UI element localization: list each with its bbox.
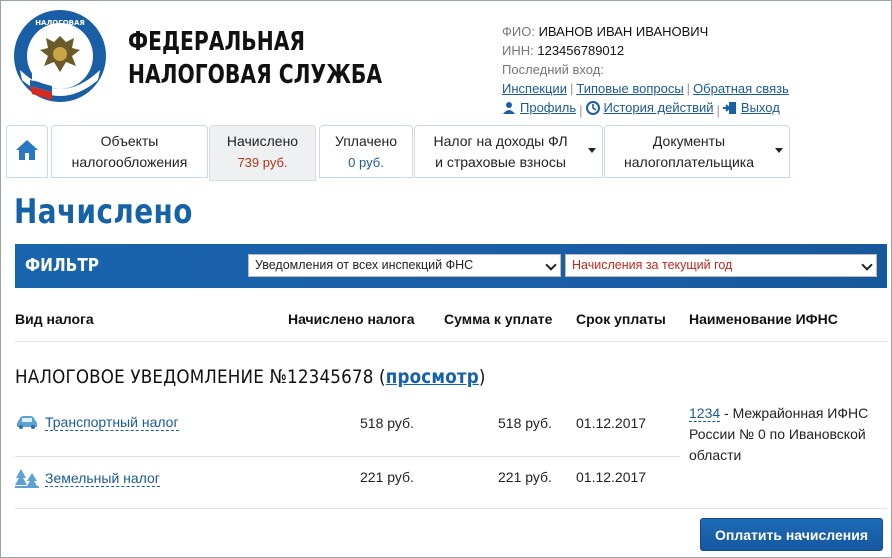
last-login-label: Последний вход: [502, 62, 604, 77]
user-info: ФИО: ИВАНОВ ИВАН ИВАНОВИЧ ИНН: 123456789… [502, 22, 789, 120]
inn-label: ИНН: [502, 43, 534, 58]
chevron-down-icon [861, 259, 873, 271]
tab-sublabel: 739 руб. [237, 155, 288, 170]
brand-line-1: ФЕДЕРАЛЬНАЯ [128, 27, 306, 57]
notice-suffix: ) [478, 366, 486, 388]
history-link[interactable]: История действий [585, 98, 714, 117]
row-accrued: 221 руб. [360, 469, 414, 485]
pay-charges-button[interactable]: Оплатить начисления [700, 518, 883, 551]
tab-label: Объекты [100, 133, 159, 149]
trees-icon [15, 468, 39, 491]
car-icon [15, 415, 39, 432]
period-select-value: Начисления за текущий год [572, 258, 733, 272]
link-feedback[interactable]: Обратная связь [693, 81, 789, 96]
tab-paid[interactable]: Уплачено 0 руб. [319, 125, 413, 178]
tab-sublabel: налогоплательщика [623, 154, 755, 170]
row-deadline: 01.12.2017 [576, 469, 647, 485]
link-separator: | [569, 81, 574, 96]
logout-icon [722, 101, 737, 115]
table-row: Земельный налог [15, 468, 160, 491]
divider [15, 456, 680, 457]
logout-link[interactable]: Выход [722, 98, 780, 117]
fns-emblem-icon[interactable]: НАЛОГОВАЯ [12, 8, 108, 104]
filter-bar: ФИЛЬТР Уведомления от всех инспекций ФНС… [15, 244, 887, 288]
tab-label: Уплачено [334, 133, 398, 149]
notice-view-link[interactable]: просмотр [386, 366, 479, 388]
profile-label[interactable]: Профиль [520, 98, 576, 117]
link-separator: | [716, 102, 720, 118]
tab-sublabel: налогообложения [71, 154, 188, 170]
tab-label: Начислено [226, 133, 299, 149]
link-separator: | [686, 81, 691, 96]
period-select[interactable]: Начисления за текущий год [565, 254, 877, 277]
link-inspections[interactable]: Инспекции [502, 81, 567, 96]
link-faq[interactable]: Типовые вопросы [576, 81, 683, 96]
ifns-code-link[interactable]: 1234 [689, 405, 721, 422]
tab-accrued[interactable]: Начислено 739 руб. [209, 125, 316, 181]
chevron-down-icon [545, 259, 557, 271]
tab-tax-objects[interactable]: Объекты налогообложения [51, 125, 208, 178]
land-tax-link[interactable]: Земельный налог [45, 470, 160, 488]
chevron-down-icon [775, 148, 783, 153]
row-deadline: 01.12.2017 [576, 415, 647, 431]
brand-line-2: НАЛОГОВАЯ СЛУЖБА [128, 60, 383, 90]
table-row: Транспортный налог [15, 414, 179, 432]
row-accrued: 518 руб. [360, 415, 414, 431]
tab-sublabel: 0 руб. [348, 155, 384, 170]
ifns-info: 1234 - Межрайонная ИФНС России № 0 по Ив… [689, 403, 879, 466]
divider [15, 341, 887, 342]
tax-notice-heading: НАЛОГОВОЕ УВЕДОМЛЕНИЕ №12345678 (просмот… [15, 366, 486, 388]
col-header-due: Сумма к уплате [444, 311, 553, 327]
tab-home[interactable] [6, 125, 48, 178]
brand-title: ФЕДЕРАЛЬНАЯ НАЛОГОВАЯ СЛУЖБА [128, 26, 382, 92]
col-header-ifns: Наименование ИФНС [689, 311, 838, 327]
col-header-tax-type: Вид налога [15, 311, 94, 327]
tab-documents[interactable]: Документы налогоплательщика [604, 125, 790, 178]
tab-label: Документы [652, 133, 726, 149]
divider [15, 508, 887, 509]
col-header-deadline: Срок уплаты [576, 311, 666, 327]
tab-income-tax[interactable]: Налог на доходы ФЛ и страховые взносы [414, 125, 603, 178]
fio-label: ФИО: [502, 24, 535, 39]
col-header-accrued: Начислено налога [288, 311, 415, 327]
chevron-down-icon [588, 148, 596, 153]
inn-value: 123456789012 [537, 43, 625, 58]
home-icon [15, 139, 39, 167]
link-separator: | [579, 102, 583, 118]
tab-sublabel: и страховые взносы [435, 154, 566, 170]
notice-title: НАЛОГОВОЕ УВЕДОМЛЕНИЕ №12345678 ( [15, 366, 386, 388]
row-due: 518 руб. [498, 415, 552, 431]
history-icon [585, 100, 600, 115]
profile-link[interactable]: Профиль [502, 98, 576, 117]
user-icon [502, 101, 516, 115]
page-title: Начислено [14, 192, 193, 232]
history-label[interactable]: История действий [604, 98, 714, 117]
tab-label: Налог на доходы ФЛ [433, 133, 568, 149]
transport-tax-link[interactable]: Транспортный налог [45, 414, 179, 431]
svg-text:НАЛОГОВАЯ: НАЛОГОВАЯ [35, 19, 85, 27]
filter-label: ФИЛЬТР [25, 255, 100, 276]
logout-label[interactable]: Выход [741, 98, 780, 117]
row-due: 221 руб. [498, 469, 552, 485]
fio-value: ИВАНОВ ИВАН ИВАНОВИЧ [538, 24, 709, 39]
inspection-select[interactable]: Уведомления от всех инспекций ФНС [248, 254, 561, 277]
inspection-select-value: Уведомления от всех инспекций ФНС [255, 258, 474, 272]
